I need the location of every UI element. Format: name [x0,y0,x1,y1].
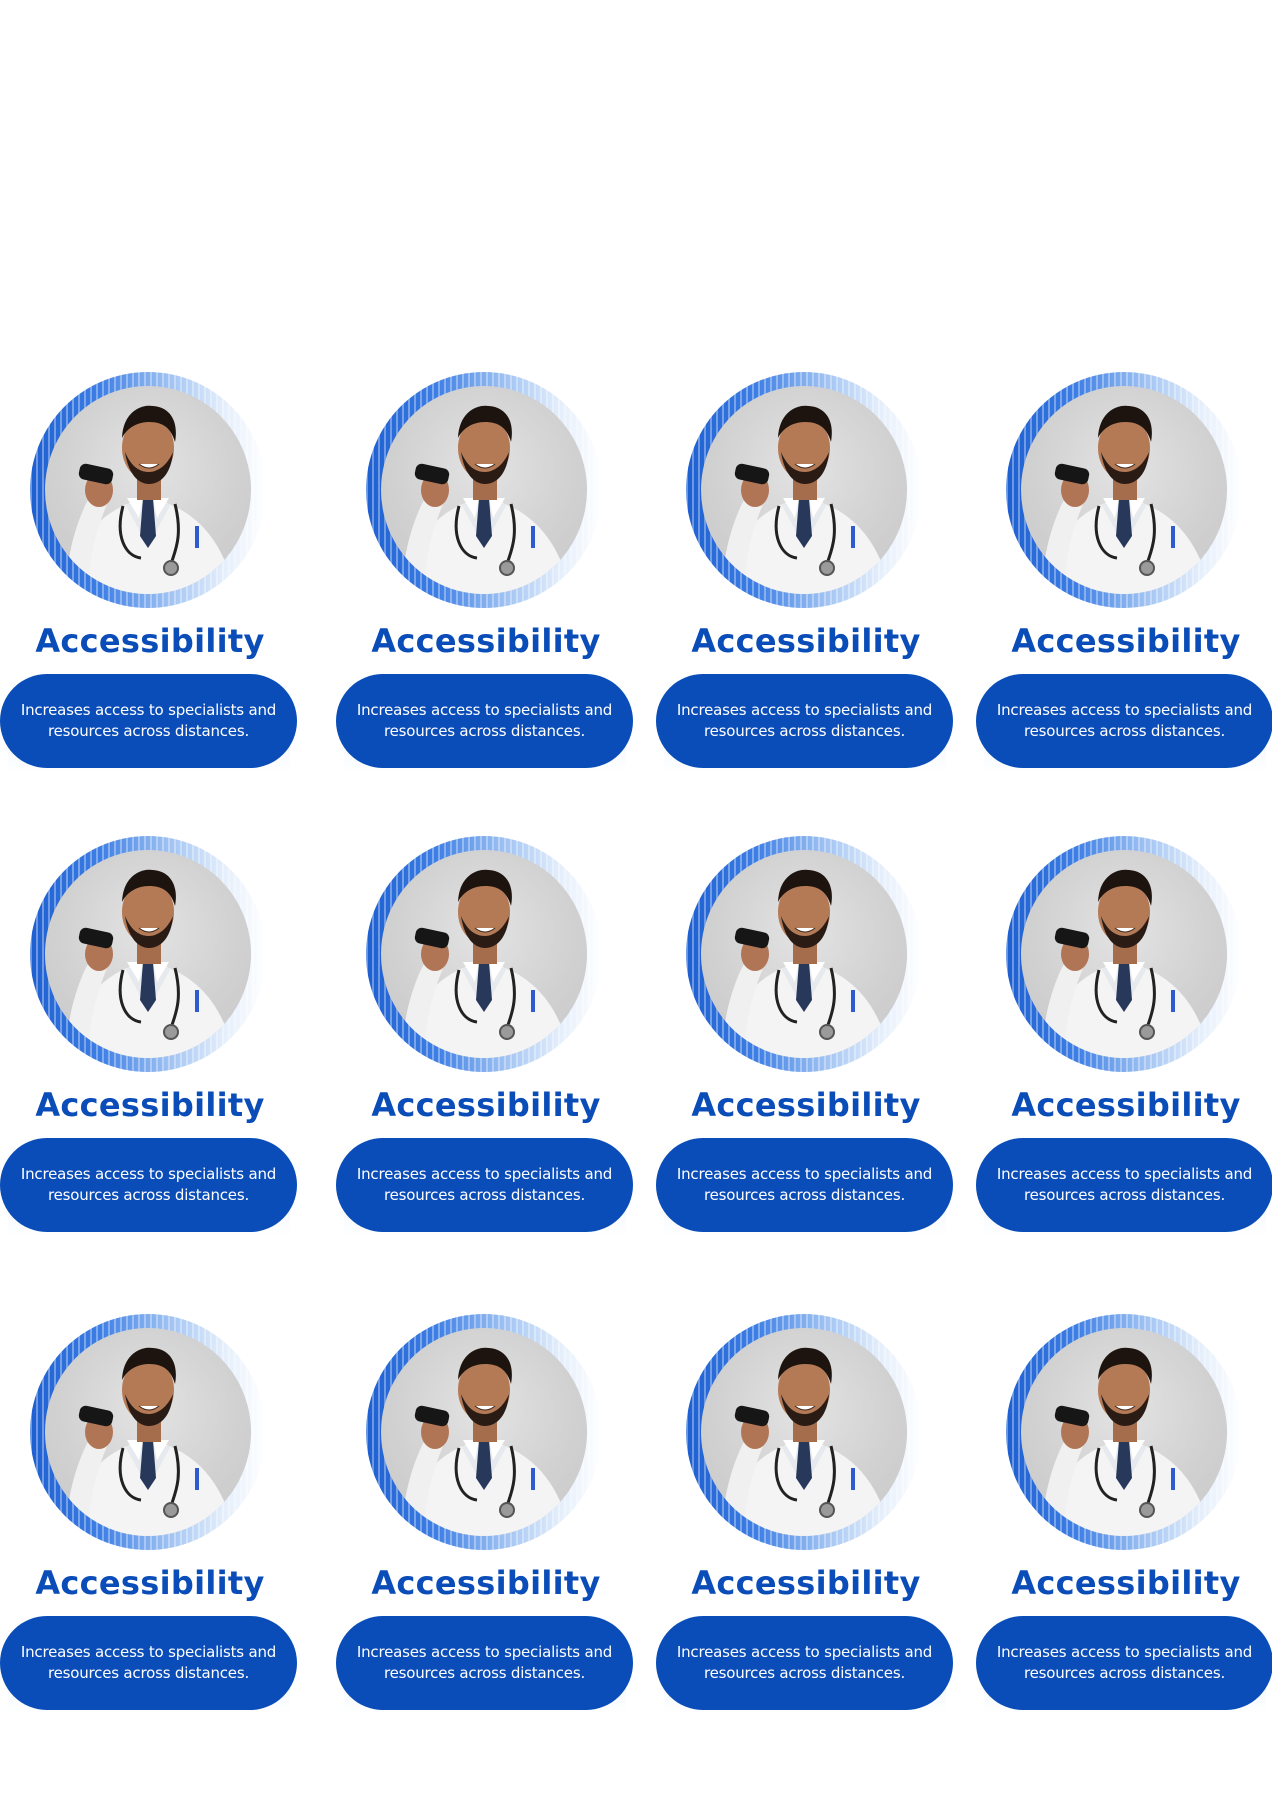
card-title: Accessibility [1011,1086,1241,1124]
card-title: Accessibility [35,622,265,660]
doctor-image [1021,850,1227,1058]
card-title: Accessibility [691,1086,921,1124]
doctor-photo [723,405,891,594]
description-pill: Increases access to specialists and reso… [336,1616,633,1710]
description-pill: Increases access to specialists and reso… [0,674,297,768]
card-description: Increases access to specialists and reso… [356,701,613,740]
description-pill: Increases access to specialists and reso… [0,1138,297,1232]
doctor-photo [403,1347,571,1536]
feature-card: Accessibility Increases access to special… [976,1314,1272,1774]
card-description: Increases access to specialists and reso… [676,1643,933,1682]
doctor-photo [67,405,235,594]
feature-card: Accessibility Increases access to special… [0,836,300,1296]
doctor-image [701,386,907,594]
description-pill: Increases access to specialists and reso… [656,1138,953,1232]
doctor-photo [1043,869,1211,1058]
card-title: Accessibility [691,622,921,660]
doctor-image [701,1328,907,1536]
feature-card: Accessibility Increases access to special… [656,1314,956,1774]
doctor-image [381,1328,587,1536]
doctor-image [45,1328,251,1536]
doctor-photo [1043,405,1211,594]
card-description: Increases access to specialists and reso… [676,701,933,740]
doctor-image [1021,386,1227,594]
doctor-photo [723,1347,891,1536]
doctor-photo [403,405,571,594]
card-description: Increases access to specialists and reso… [996,1643,1253,1682]
doctor-image [381,850,587,1058]
description-pill: Increases access to specialists and reso… [976,1616,1272,1710]
doctor-image [45,850,251,1058]
doctor-photo [67,869,235,1058]
feature-card: Accessibility Increases access to special… [336,1314,636,1774]
card-title: Accessibility [371,1086,601,1124]
description-pill: Increases access to specialists and reso… [0,1616,297,1710]
description-pill: Increases access to specialists and reso… [656,1616,953,1710]
card-description: Increases access to specialists and reso… [996,701,1253,740]
doctor-image [1021,1328,1227,1536]
card-title: Accessibility [371,622,601,660]
card-title: Accessibility [691,1564,921,1602]
card-description: Increases access to specialists and reso… [676,1165,933,1204]
doctor-photo [403,869,571,1058]
card-title: Accessibility [1011,1564,1241,1602]
feature-card: Accessibility Increases access to special… [656,836,956,1296]
feature-card: Accessibility Increases access to special… [656,372,956,832]
description-pill: Increases access to specialists and reso… [336,1138,633,1232]
card-description: Increases access to specialists and reso… [20,701,277,740]
card-description: Increases access to specialists and reso… [356,1165,613,1204]
doctor-image [45,386,251,594]
feature-card: Accessibility Increases access to special… [0,372,300,832]
card-title: Accessibility [35,1564,265,1602]
card-title: Accessibility [1011,622,1241,660]
card-title: Accessibility [371,1564,601,1602]
description-pill: Increases access to specialists and reso… [976,1138,1272,1232]
feature-card: Accessibility Increases access to special… [976,836,1272,1296]
description-pill: Increases access to specialists and reso… [976,674,1272,768]
card-title: Accessibility [35,1086,265,1124]
feature-card: Accessibility Increases access to special… [0,1314,300,1774]
doctor-image [701,850,907,1058]
doctor-image [381,386,587,594]
card-description: Increases access to specialists and reso… [996,1165,1253,1204]
doctor-photo [67,1347,235,1536]
description-pill: Increases access to specialists and reso… [336,674,633,768]
doctor-photo [1043,1347,1211,1536]
description-pill: Increases access to specialists and reso… [656,674,953,768]
card-description: Increases access to specialists and reso… [356,1643,613,1682]
feature-card: Accessibility Increases access to special… [336,836,636,1296]
feature-card: Accessibility Increases access to special… [976,372,1272,832]
card-description: Increases access to specialists and reso… [20,1643,277,1682]
card-description: Increases access to specialists and reso… [20,1165,277,1204]
feature-card: Accessibility Increases access to special… [336,372,636,832]
doctor-photo [723,869,891,1058]
